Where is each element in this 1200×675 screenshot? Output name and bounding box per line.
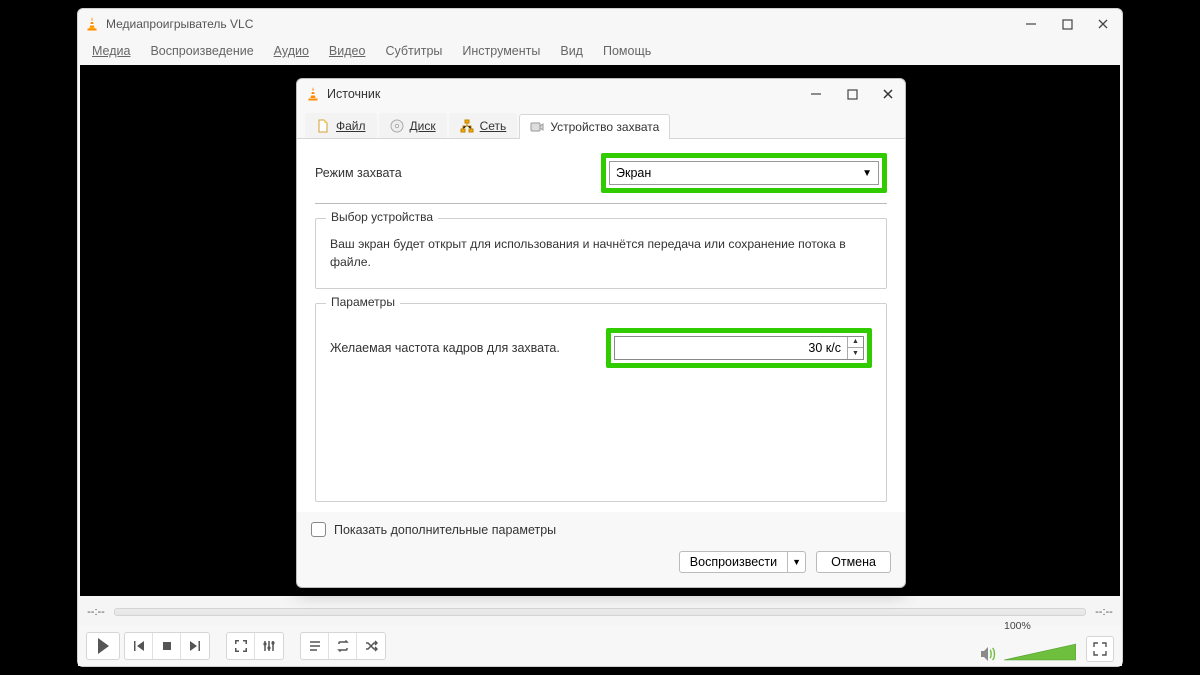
- fps-row: Желаемая частота кадров для захвата. 30 …: [330, 328, 872, 368]
- menu-media[interactable]: Медиа: [84, 42, 138, 60]
- time-total: --:--: [1092, 606, 1116, 618]
- skip-previous-icon: [132, 639, 146, 653]
- show-more-options-checkbox[interactable]: [311, 522, 326, 537]
- volume-slider[interactable]: [1004, 642, 1076, 662]
- play-button[interactable]: [86, 632, 120, 660]
- fps-label: Желаемая частота кадров для захвата.: [330, 341, 594, 355]
- fullscreen-icon: [234, 639, 248, 653]
- parameters-group: Параметры Желаемая частота кадров для за…: [315, 303, 887, 502]
- previous-button[interactable]: [125, 633, 153, 659]
- playlist-group: [300, 632, 386, 660]
- fullscreen-button-right[interactable]: [1086, 636, 1114, 662]
- next-button[interactable]: [181, 633, 209, 659]
- loop-icon: [336, 639, 350, 653]
- expand-icon: [1093, 642, 1107, 656]
- file-icon: [316, 119, 330, 133]
- tab-network[interactable]: Сеть: [449, 113, 518, 138]
- menu-help[interactable]: Помощь: [595, 42, 659, 60]
- device-selection-group: Выбор устройства Ваш экран будет открыт …: [315, 218, 887, 289]
- playback-toolbar: 100%: [78, 626, 1122, 666]
- spinner-up-button[interactable]: ▲: [848, 337, 863, 349]
- time-elapsed: --:--: [84, 606, 108, 618]
- capture-device-icon: [530, 120, 544, 134]
- dropdown-caret-icon: ▼: [862, 168, 872, 179]
- menu-playback[interactable]: Воспроизведение: [142, 42, 261, 60]
- main-close-button[interactable]: [1096, 17, 1110, 31]
- skip-next-icon: [188, 639, 202, 653]
- dialog-close-button[interactable]: [881, 87, 895, 101]
- menu-tools[interactable]: Инструменты: [454, 42, 548, 60]
- parameters-legend: Параметры: [326, 295, 400, 309]
- main-menubar: Медиа Воспроизведение Аудио Видео Субтит…: [78, 39, 1122, 63]
- loop-button[interactable]: [329, 633, 357, 659]
- seek-bar-row: --:-- --:--: [78, 598, 1122, 626]
- spinner-down-button[interactable]: ▼: [848, 348, 863, 359]
- highlight-fps-spinner: 30 к/с ▲ ▼: [606, 328, 872, 368]
- highlight-capture-mode: Экран ▼: [601, 153, 887, 193]
- menu-audio[interactable]: Аудио: [266, 42, 317, 60]
- seek-slider[interactable]: [114, 608, 1086, 616]
- dialog-tabs: Файл Диск Сеть Устройство захвата: [297, 109, 905, 139]
- dialog-title: Источник: [327, 87, 809, 101]
- dialog-maximize-button[interactable]: [845, 87, 859, 101]
- main-window-title: Медиапроигрыватель VLC: [106, 17, 1024, 31]
- skip-group: [124, 632, 210, 660]
- dialog-play-button[interactable]: Воспроизвести: [679, 551, 788, 573]
- tab-capture-device[interactable]: Устройство захвата: [519, 114, 670, 139]
- stop-icon: [161, 640, 173, 652]
- vlc-cone-icon: [305, 86, 321, 102]
- spinner-steppers: ▲ ▼: [847, 337, 863, 359]
- show-more-options-label: Показать дополнительные параметры: [334, 523, 556, 537]
- dialog-play-dropdown[interactable]: ▼: [788, 551, 806, 573]
- playlist-button[interactable]: [301, 633, 329, 659]
- tab-disc[interactable]: Диск: [379, 113, 447, 138]
- tab-file[interactable]: Файл: [305, 113, 377, 138]
- open-source-dialog: Источник Файл Диск Сеть Устройст: [296, 78, 906, 588]
- play-split-button: Воспроизвести ▼: [679, 551, 806, 573]
- main-minimize-button[interactable]: [1024, 17, 1038, 31]
- capture-mode-combobox[interactable]: Экран ▼: [609, 161, 879, 185]
- vlc-cone-icon: [84, 16, 100, 32]
- dialog-body: Режим захвата Экран ▼ Выбор устройства В…: [297, 139, 905, 512]
- view-group: [226, 632, 284, 660]
- capture-mode-row: Режим захвата Экран ▼: [315, 153, 887, 204]
- play-icon: [95, 637, 111, 655]
- fps-value: 30 к/с: [615, 341, 847, 355]
- extended-settings-button[interactable]: [255, 633, 283, 659]
- device-selection-description: Ваш экран будет открыт для использования…: [330, 235, 872, 272]
- main-titlebar: Медиапроигрыватель VLC: [78, 9, 1122, 39]
- volume-percent-label: 100%: [1004, 620, 1076, 632]
- fullscreen-toggle-button[interactable]: [227, 633, 255, 659]
- menu-video[interactable]: Видео: [321, 42, 374, 60]
- dialog-cancel-button[interactable]: Отмена: [816, 551, 891, 573]
- menu-subtitles[interactable]: Субтитры: [377, 42, 450, 60]
- stop-button[interactable]: [153, 633, 181, 659]
- dialog-minimize-button[interactable]: [809, 87, 823, 101]
- speaker-icon: [980, 646, 998, 662]
- network-icon: [460, 119, 474, 133]
- playlist-icon: [308, 639, 322, 653]
- main-maximize-button[interactable]: [1060, 17, 1074, 31]
- menu-view[interactable]: Вид: [552, 42, 591, 60]
- capture-mode-value: Экран: [616, 166, 651, 180]
- dialog-titlebar: Источник: [297, 79, 905, 109]
- device-selection-legend: Выбор устройства: [326, 210, 438, 224]
- volume-area: 100%: [980, 630, 1114, 662]
- show-more-options-row: Показать дополнительные параметры: [311, 522, 891, 537]
- fps-spinner[interactable]: 30 к/с ▲ ▼: [614, 336, 864, 360]
- capture-mode-label: Режим захвата: [315, 166, 591, 180]
- shuffle-icon: [364, 639, 378, 653]
- dialog-footer: Показать дополнительные параметры Воспро…: [297, 512, 905, 587]
- shuffle-button[interactable]: [357, 633, 385, 659]
- dialog-button-row: Воспроизвести ▼ Отмена: [311, 551, 891, 573]
- sliders-icon: [262, 639, 276, 653]
- disc-icon: [390, 119, 404, 133]
